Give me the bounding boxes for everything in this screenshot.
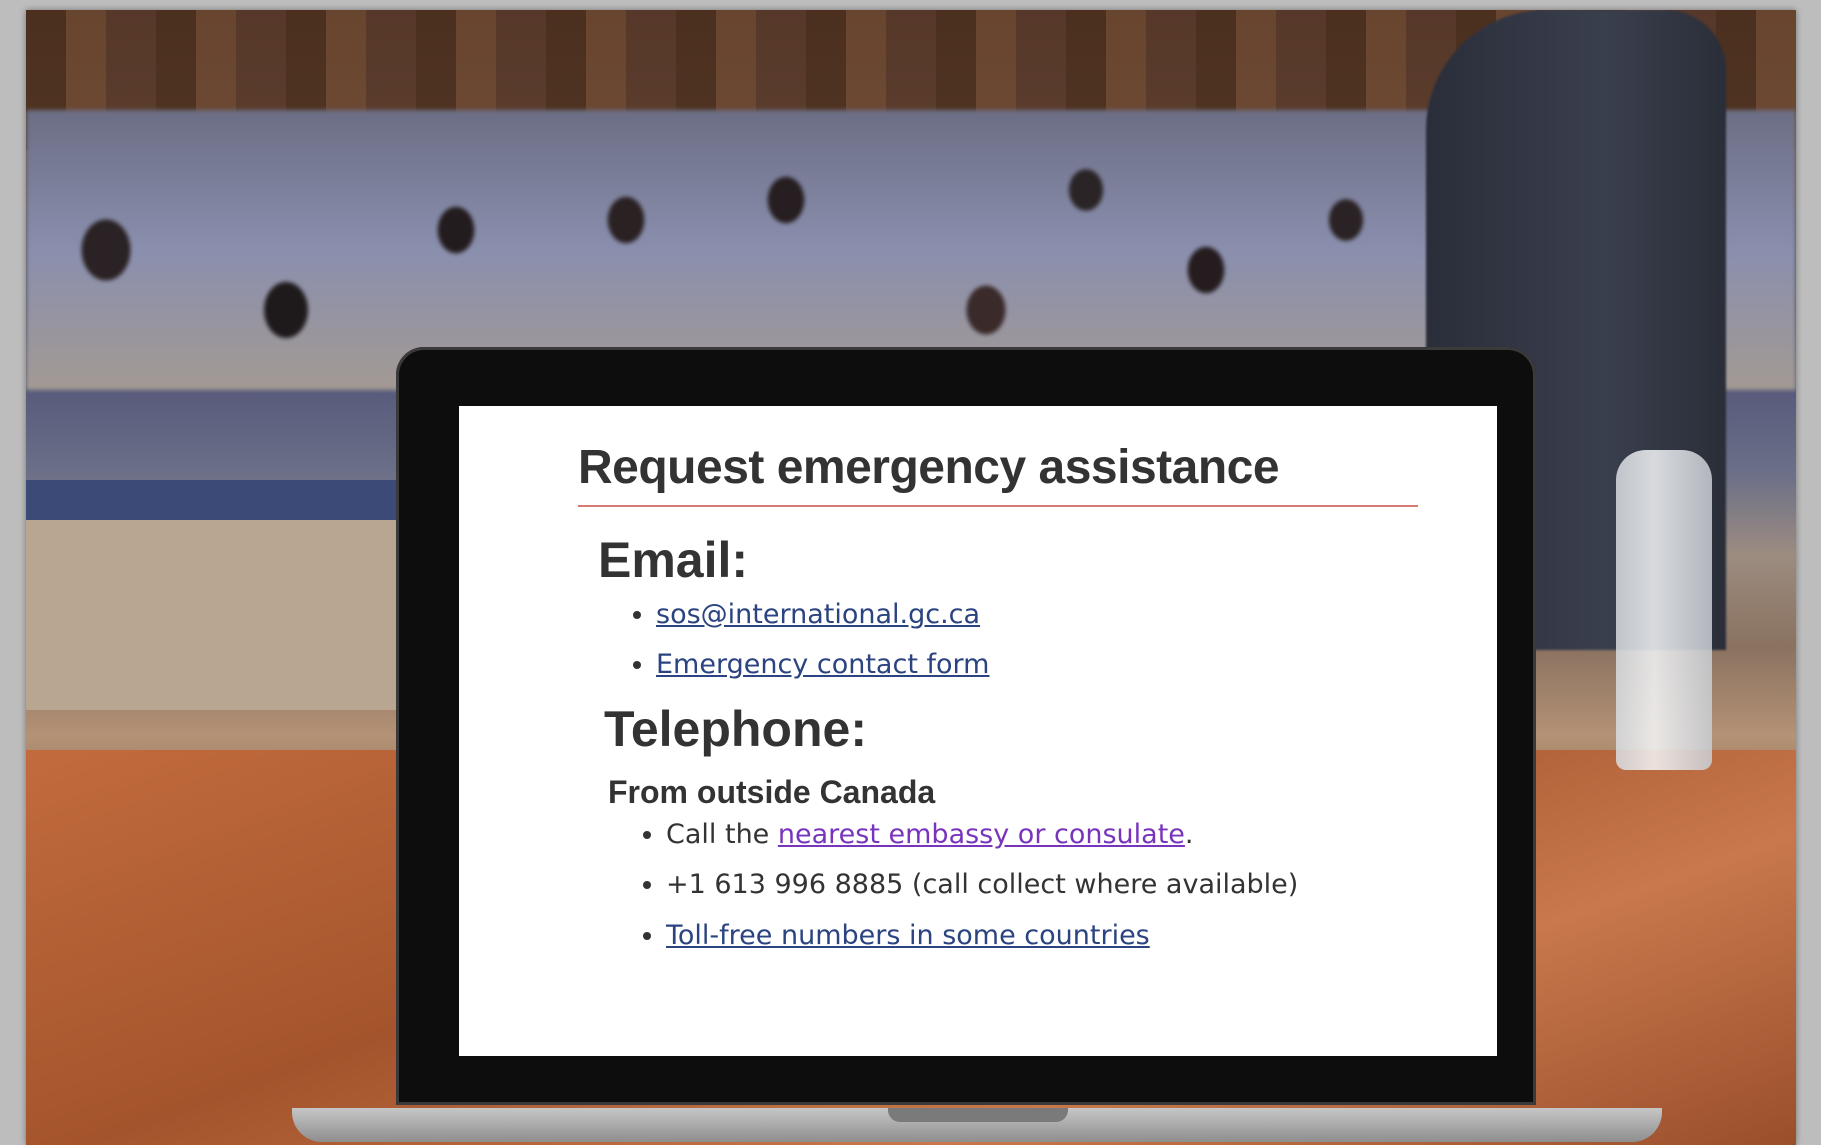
list-item: Emergency contact form xyxy=(656,649,1418,681)
emergency-contact-form-link[interactable]: Emergency contact form xyxy=(656,649,989,680)
email-list: sos@international.gc.ca Emergency contac… xyxy=(578,599,1418,682)
email-address-link[interactable]: sos@international.gc.ca xyxy=(656,599,980,630)
toll-free-numbers-link[interactable]: Toll-free numbers in some countries xyxy=(666,920,1150,951)
screen-content: Request emergency assistance Email: sos@… xyxy=(578,440,1418,970)
list-item: sos@international.gc.ca xyxy=(656,599,1418,631)
list-item: Call the nearest embassy or consulate. xyxy=(666,819,1418,851)
call-prefix-text: Call the xyxy=(666,818,778,850)
audience-table xyxy=(26,480,426,710)
list-item: Toll-free numbers in some countries xyxy=(666,920,1418,952)
telephone-subheading: From outside Canada xyxy=(608,773,936,810)
page-title: Request emergency assistance xyxy=(578,440,1418,507)
nearest-embassy-link[interactable]: nearest embassy or consulate xyxy=(778,819,1185,850)
phone-number-text: +1 613 996 8885 (call collect where avai… xyxy=(666,869,1299,901)
list-item: +1 613 996 8885 (call collect where avai… xyxy=(666,869,1418,901)
laptop-notch xyxy=(888,1108,1068,1122)
telephone-heading: Telephone: xyxy=(604,700,867,757)
email-heading: Email: xyxy=(598,532,749,588)
water-bottle xyxy=(1616,450,1712,770)
telephone-list: Call the nearest embassy or consulate. +… xyxy=(578,819,1418,952)
call-suffix-text: . xyxy=(1184,818,1194,850)
